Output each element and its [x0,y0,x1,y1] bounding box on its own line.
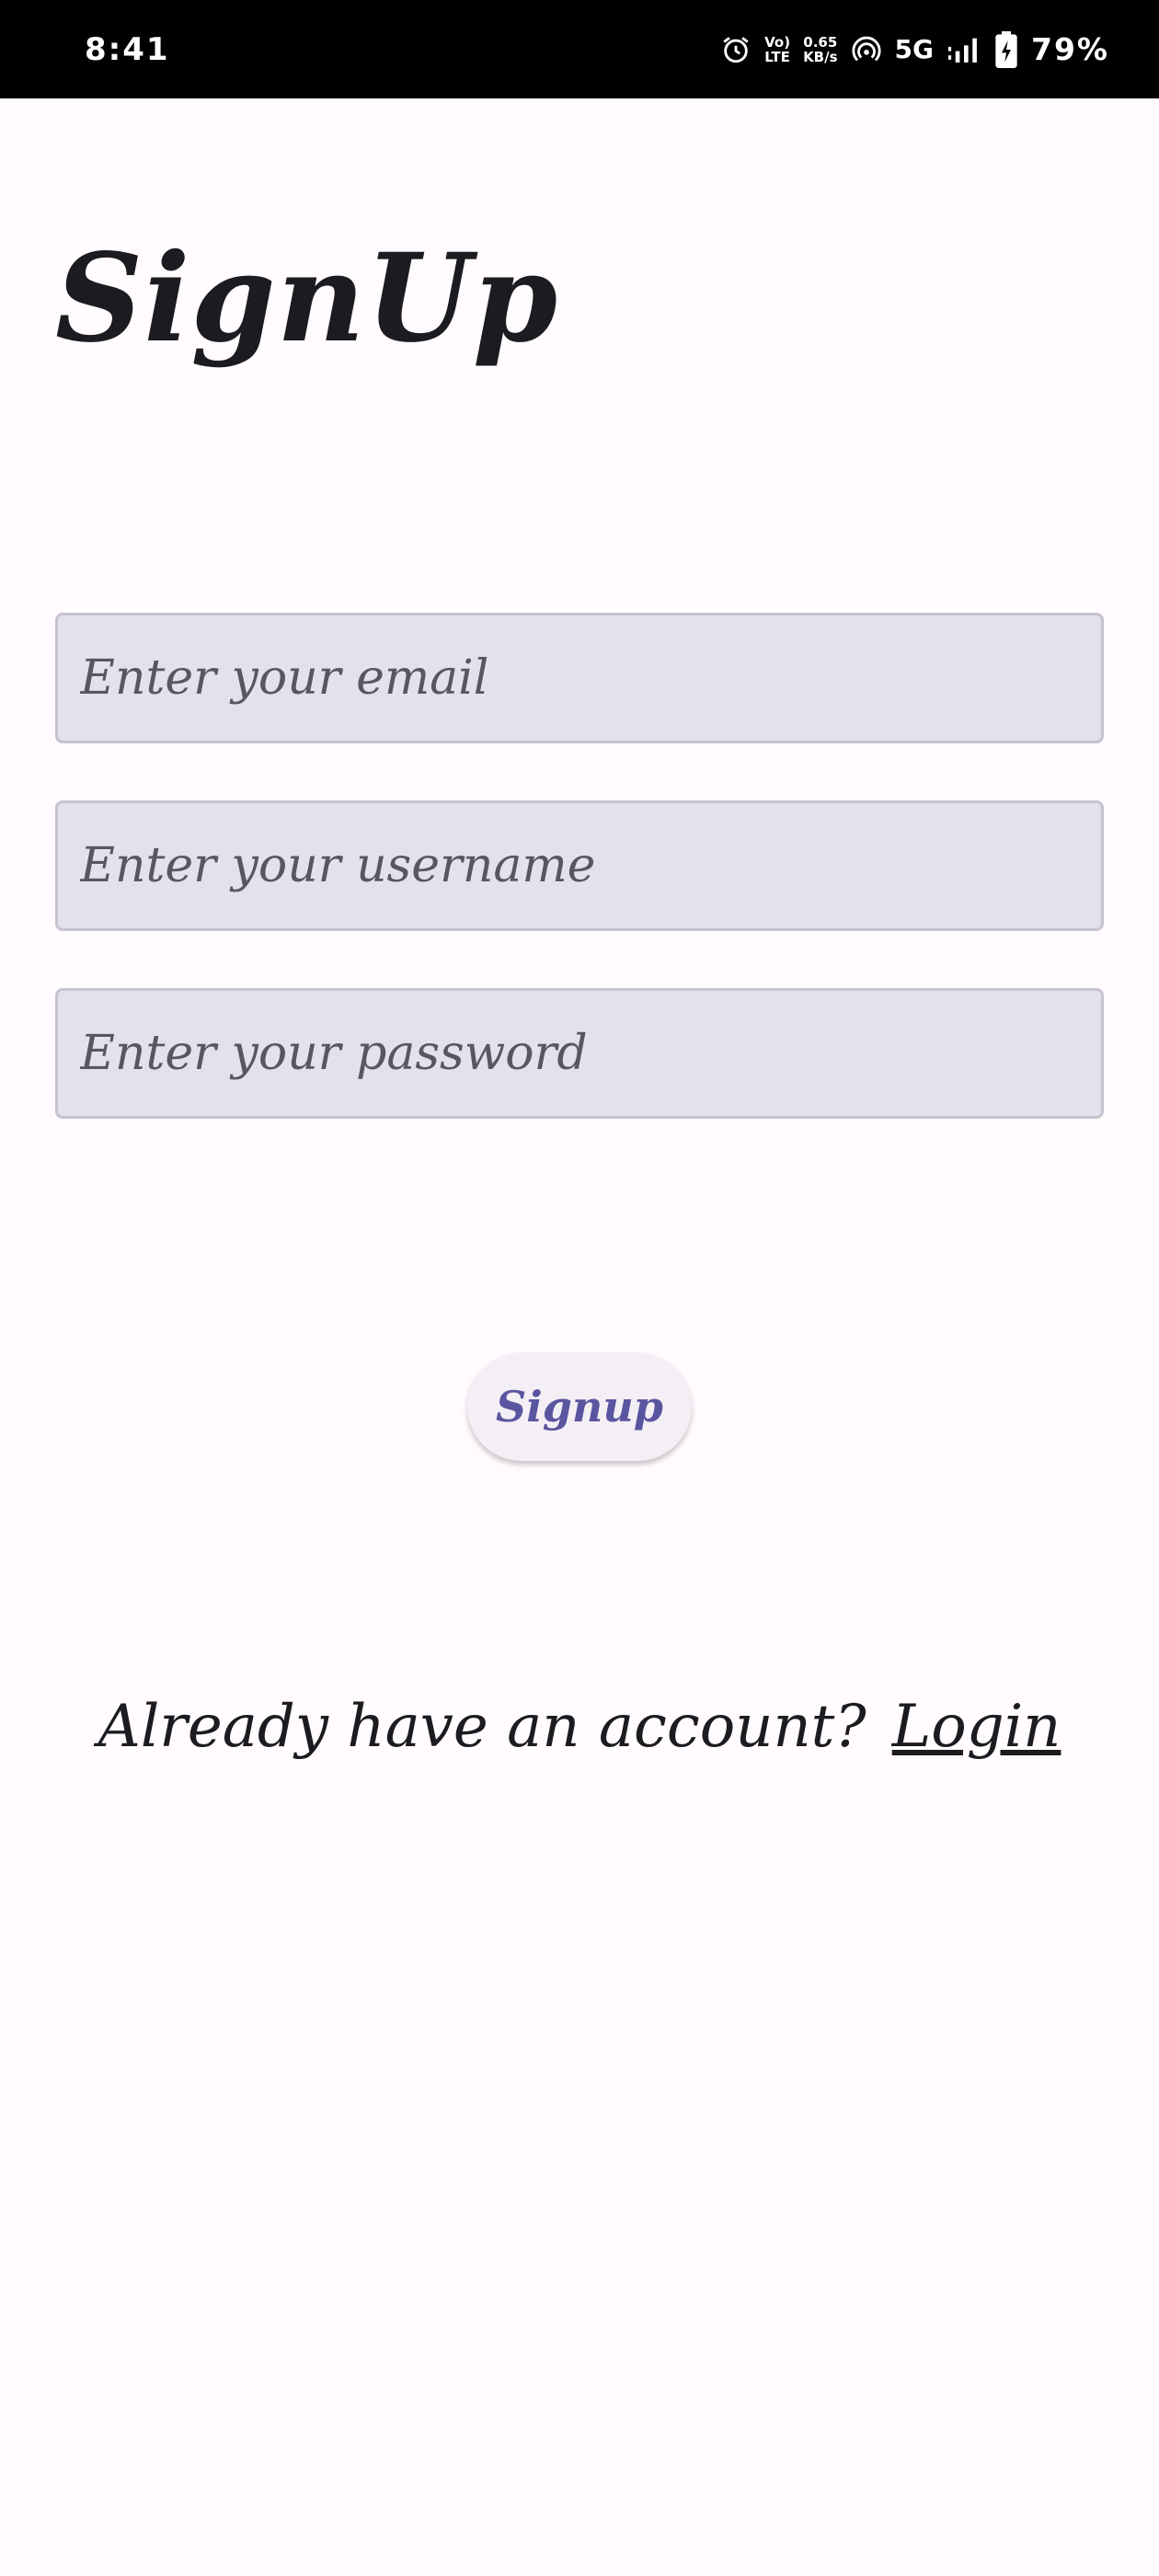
alarm-icon [720,34,752,65]
speed-value: 0.65 [803,33,838,51]
hotspot-icon [851,34,882,65]
battery-charging-icon [994,30,1018,68]
page-title: SignUp [55,227,559,370]
password-input[interactable] [78,1025,1081,1082]
network-type: 5G [894,34,934,64]
volte-bottom-label: LTE [764,48,790,65]
volte-top-label: Vo) [764,33,791,51]
status-bar: 8:41 Vo) LTE 0.65 KB/s 5G 79% [0,0,1159,98]
email-input[interactable] [78,650,1081,707]
username-input[interactable] [78,837,1081,894]
username-field[interactable] [55,800,1104,931]
battery-percentage: 79% [1031,31,1109,67]
password-field[interactable] [55,988,1104,1119]
login-prompt-text: Already have an account? [98,1693,866,1761]
network-speed: 0.65 KB/s [803,35,837,64]
status-time: 8:41 [85,30,170,68]
signal-icon [947,34,981,65]
signup-button[interactable]: Signup [467,1352,692,1461]
email-field[interactable] [55,613,1104,743]
status-icons: Vo) LTE 0.65 KB/s 5G 79% [720,30,1109,68]
login-prompt: Already have an account? Login [0,1693,1159,1761]
login-link[interactable]: Login [892,1693,1061,1761]
volte-icon: Vo) LTE [764,35,790,64]
speed-unit: KB/s [803,48,838,65]
